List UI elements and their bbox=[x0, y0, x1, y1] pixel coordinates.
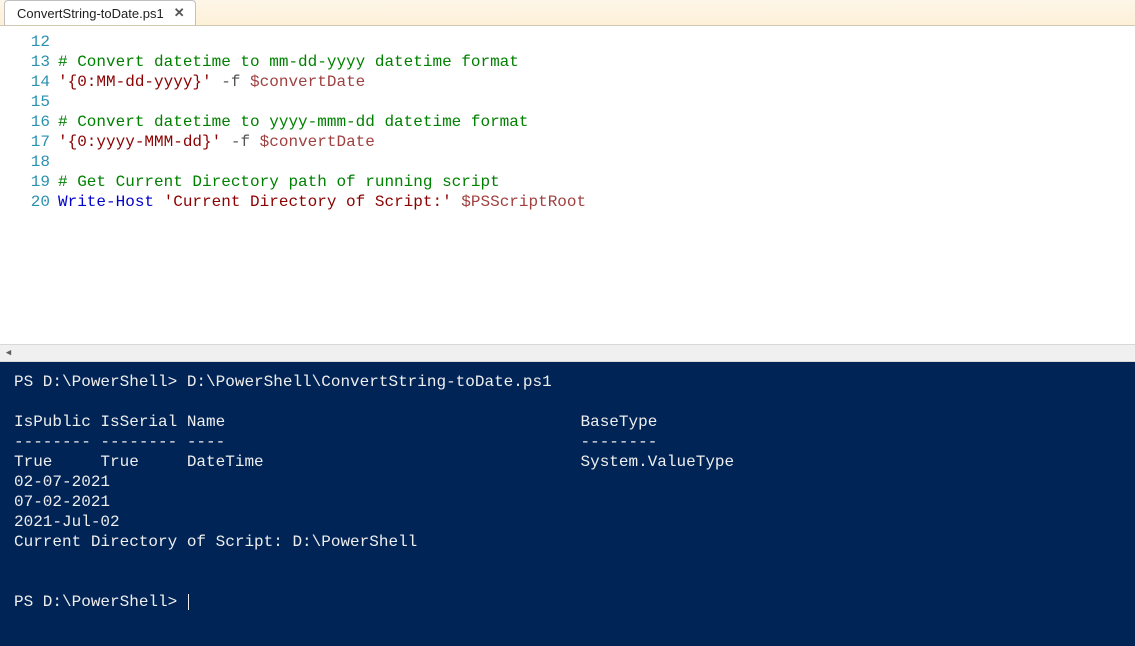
line-number: 14 bbox=[0, 72, 50, 92]
terminal-line: Current Directory of Script: D:\PowerShe… bbox=[14, 532, 1121, 552]
terminal-pane[interactable]: PS D:\PowerShell> D:\PowerShell\ConvertS… bbox=[0, 362, 1135, 646]
code-token: 'Current Directory of Script:' bbox=[164, 193, 452, 211]
scroll-left-icon[interactable]: ◀ bbox=[0, 345, 17, 361]
terminal-line: True True DateTime System.ValueType bbox=[14, 452, 1121, 472]
code-token: $PSScriptRoot bbox=[461, 193, 586, 211]
code-token: # Convert datetime to yyyy-mmm-dd dateti… bbox=[58, 113, 528, 131]
code-token bbox=[154, 193, 164, 211]
code-line[interactable] bbox=[58, 92, 586, 112]
code-line[interactable]: # Get Current Directory path of running … bbox=[58, 172, 586, 192]
line-number: 20 bbox=[0, 192, 50, 212]
tab-title: ConvertString-toDate.ps1 bbox=[17, 6, 164, 21]
code-token: # Convert datetime to mm-dd-yyyy datetim… bbox=[58, 53, 519, 71]
code-editor[interactable]: 121314151617181920 # Convert datetime to… bbox=[0, 26, 1135, 344]
code-line[interactable]: Write-Host 'Current Directory of Script:… bbox=[58, 192, 586, 212]
code-area[interactable]: # Convert datetime to mm-dd-yyyy datetim… bbox=[58, 26, 586, 344]
code-token: $convertDate bbox=[260, 133, 375, 151]
code-token bbox=[452, 193, 462, 211]
terminal-line: 2021-Jul-02 bbox=[14, 512, 1121, 532]
terminal-line bbox=[14, 392, 1121, 412]
file-tab[interactable]: ConvertString-toDate.ps1 ✕ bbox=[4, 0, 196, 25]
code-token bbox=[250, 133, 260, 151]
code-line[interactable]: # Convert datetime to yyyy-mmm-dd dateti… bbox=[58, 112, 586, 132]
terminal-cursor bbox=[188, 594, 189, 610]
line-number: 18 bbox=[0, 152, 50, 172]
horizontal-scrollbar[interactable]: ◀ bbox=[0, 344, 1135, 362]
code-line[interactable]: '{0:MM-dd-yyyy}' -f $convertDate bbox=[58, 72, 586, 92]
terminal-line: 02-07-2021 bbox=[14, 472, 1121, 492]
code-line[interactable] bbox=[58, 152, 586, 172]
code-token: -f bbox=[231, 133, 250, 151]
line-number: 12 bbox=[0, 32, 50, 52]
terminal-line: PS D:\PowerShell> D:\PowerShell\ConvertS… bbox=[14, 372, 1121, 392]
code-token: Write-Host bbox=[58, 193, 154, 211]
terminal-line bbox=[14, 572, 1121, 592]
tab-bar: ConvertString-toDate.ps1 ✕ bbox=[0, 0, 1135, 26]
code-token: '{0:MM-dd-yyyy}' bbox=[58, 73, 212, 91]
code-token bbox=[212, 73, 222, 91]
terminal-line: 07-02-2021 bbox=[14, 492, 1121, 512]
terminal-line bbox=[14, 552, 1121, 572]
code-token bbox=[221, 133, 231, 151]
terminal-line: -------- -------- ---- -------- bbox=[14, 432, 1121, 452]
code-line[interactable]: # Convert datetime to mm-dd-yyyy datetim… bbox=[58, 52, 586, 72]
line-number: 15 bbox=[0, 92, 50, 112]
code-token: -f bbox=[221, 73, 240, 91]
line-number: 17 bbox=[0, 132, 50, 152]
line-number: 16 bbox=[0, 112, 50, 132]
code-line[interactable]: '{0:yyyy-MMM-dd}' -f $convertDate bbox=[58, 132, 586, 152]
terminal-line: PS D:\PowerShell> bbox=[14, 592, 1121, 612]
line-number: 13 bbox=[0, 52, 50, 72]
code-token: '{0:yyyy-MMM-dd}' bbox=[58, 133, 221, 151]
close-icon[interactable]: ✕ bbox=[172, 5, 187, 21]
line-number-gutter: 121314151617181920 bbox=[0, 26, 58, 344]
code-line[interactable] bbox=[58, 32, 586, 52]
code-token: $convertDate bbox=[250, 73, 365, 91]
line-number: 19 bbox=[0, 172, 50, 192]
terminal-line: IsPublic IsSerial Name BaseType bbox=[14, 412, 1121, 432]
code-token bbox=[240, 73, 250, 91]
code-token: # Get Current Directory path of running … bbox=[58, 173, 500, 191]
